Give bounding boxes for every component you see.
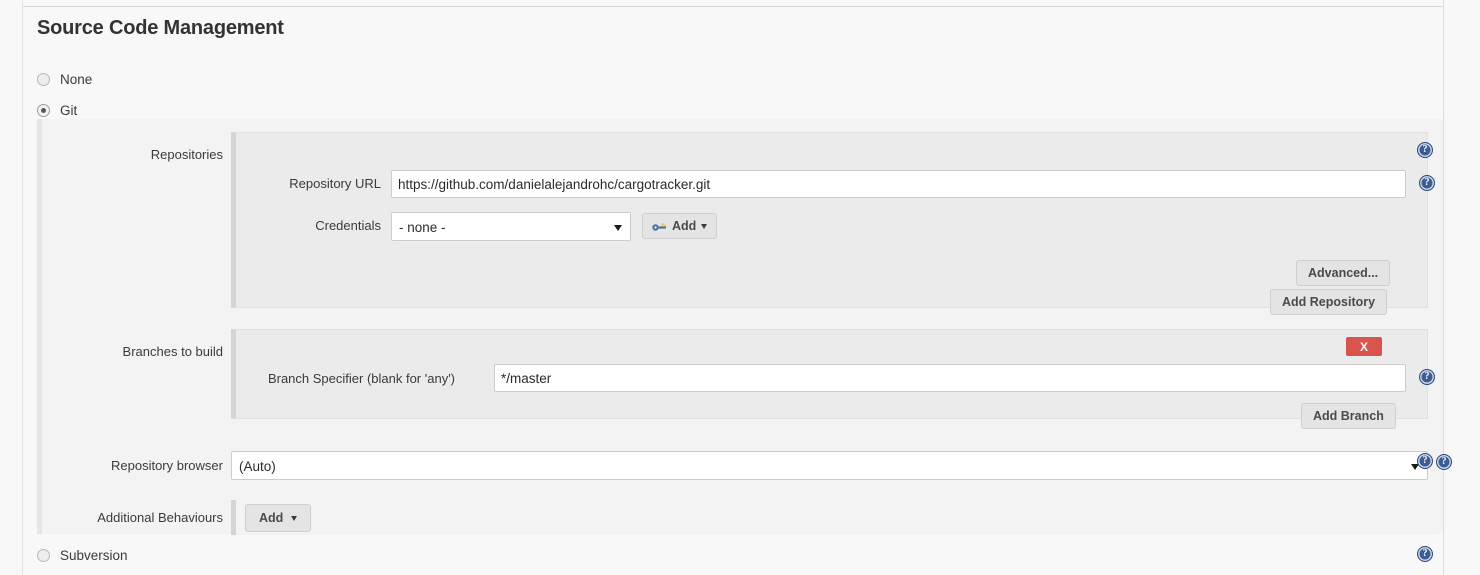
add-branch-button-label: Add Branch	[1313, 409, 1384, 423]
scm-option-subversion[interactable]: Subversion	[37, 545, 128, 565]
advanced-button[interactable]: Advanced...	[1296, 260, 1391, 286]
repository-browser-row-label: Repository browser	[111, 458, 223, 473]
scm-option-subversion-label: Subversion	[60, 547, 128, 563]
repository-browser-select[interactable]: (Auto)	[231, 451, 1428, 480]
repository-url-help-icon[interactable]: ?	[1419, 175, 1435, 191]
add-behaviour-button-label: Add	[259, 511, 284, 525]
advanced-button-label: Advanced...	[1308, 266, 1379, 280]
repository-url-input[interactable]	[391, 170, 1406, 198]
branch-specifier-label: Branch Specifier (blank for 'any')	[267, 371, 455, 386]
subversion-help-icon[interactable]: ?	[1417, 546, 1433, 562]
chevron-down-icon-add-credentials	[701, 223, 708, 229]
branches-row-label: Branches to build	[122, 344, 223, 359]
radio-subversion[interactable]	[37, 548, 50, 562]
credentials-select[interactable]: - none -	[391, 212, 631, 241]
additional-behaviours-panel: Add	[231, 500, 1428, 535]
delete-branch-button[interactable]: X	[1346, 337, 1382, 356]
add-credentials-button[interactable]: Add	[642, 213, 718, 239]
chevron-down-icon-add-behaviour	[291, 515, 298, 521]
credentials-label: Credentials	[315, 218, 381, 233]
scm-option-none-label: None	[60, 71, 93, 87]
git-config-body: Repositories Repository URL ? Credential…	[37, 119, 1452, 535]
branch-specifier-input[interactable]	[494, 364, 1406, 392]
add-behaviour-button[interactable]: Add	[245, 504, 312, 532]
scm-content: Source Code Management None Git Reposito…	[23, 7, 1452, 575]
repository-url-label: Repository URL	[289, 176, 381, 191]
add-repository-button[interactable]: Add Repository	[1270, 289, 1388, 315]
branches-panel: X Branch Specifier (blank for 'any') ?	[231, 329, 1435, 419]
repositories-panel: Repository URL ? Credentials - none -	[231, 132, 1435, 308]
add-branch-button[interactable]: Add Branch	[1301, 403, 1396, 429]
right-panel-divider	[1443, 0, 1444, 575]
branch-specifier-help-icon[interactable]: ?	[1419, 369, 1435, 385]
radio-git[interactable]	[37, 103, 50, 117]
page-title: Source Code Management	[37, 17, 284, 39]
repository-browser-help-icon[interactable]: ?	[1436, 454, 1452, 470]
additional-behaviours-row-label: Additional Behaviours	[97, 510, 223, 525]
key-icon	[652, 221, 667, 232]
scm-option-none[interactable]: None	[37, 69, 92, 89]
repository-browser-outer-help-icon[interactable]: ?	[1417, 453, 1433, 469]
repositories-row-label: Repositories	[150, 147, 223, 162]
git-section-help-icon[interactable]: ?	[1417, 142, 1433, 158]
scm-option-git-label: Git	[60, 102, 78, 118]
add-repository-button-label: Add Repository	[1282, 295, 1376, 309]
scm-configuration-page: Source Code Management None Git Reposito…	[0, 0, 1480, 575]
add-credentials-button-label: Add	[672, 219, 697, 233]
radio-none[interactable]	[37, 72, 50, 86]
scm-option-git[interactable]: Git	[37, 100, 77, 120]
